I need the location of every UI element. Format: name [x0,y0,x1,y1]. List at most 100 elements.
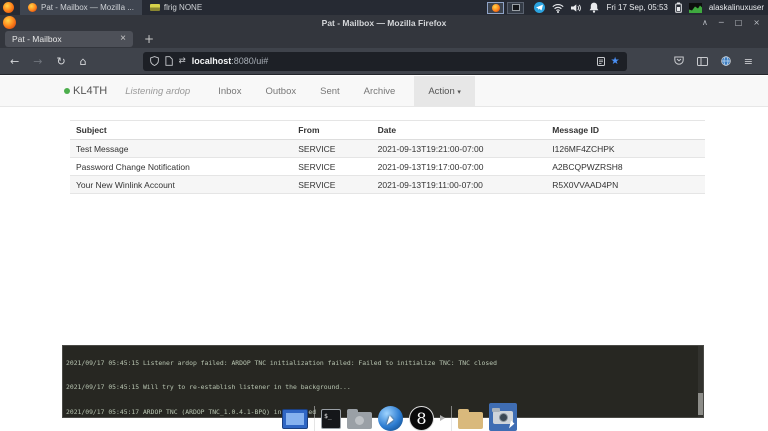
pocket-icon[interactable] [674,56,684,66]
monitor-screen [286,413,304,425]
home-icon[interactable]: ⌂ [80,55,87,68]
tab-bar: Pat - Mailbox × + [0,30,768,48]
tab-pat-mailbox[interactable]: Pat - Mailbox × [5,31,133,47]
tab-close-icon[interactable]: × [120,34,126,44]
extension-globe-icon[interactable] [721,56,731,66]
callsign-label: KL4TH [73,85,107,97]
eight-ball-app-icon[interactable]: 8 [409,406,434,431]
cell-message-id: I126MF4ZCHPK [546,140,705,158]
firefox-icon [28,3,37,12]
cell-date: 2021-09-13T19:17:00-07:00 [372,158,547,176]
url-host: localhost [192,56,232,66]
dock-separator [314,406,315,431]
terminal-scrollbar[interactable] [698,346,703,417]
telegram-icon[interactable] [534,2,545,13]
navigation-toolbar: ← → ↻ ⌂ ⇄ localhost:8080/ui# [0,48,768,75]
nav-outbox[interactable]: Outbox [253,86,308,97]
new-tab-button[interactable]: + [144,32,154,46]
screenshot-tool-icon-selected[interactable] [489,403,517,431]
notifications-bell-icon[interactable] [589,2,599,13]
terminal-icon [512,4,520,11]
terminal-line: 2021/09/17 05:45:15 Will try to re-estab… [66,383,703,391]
action-dropdown-button[interactable]: Action ▾ [414,76,475,107]
minimize-button[interactable]: ─ [719,18,724,27]
bookmark-star-icon[interactable]: ★ [611,56,620,67]
cell-from: SERVICE [292,176,371,194]
url-path: :8080/ui# [231,56,268,66]
pat-navbar: KL4TH Listening ardop Inbox Outbox Sent … [0,76,768,107]
cell-from: SERVICE [292,158,371,176]
dock-separator [451,406,452,431]
reload-icon[interactable]: ↻ [56,55,65,68]
taskbar-window-flrig[interactable]: flrig NONE [142,0,210,15]
toolbar-right-icons: ≡ [674,55,753,68]
sidebars-icon[interactable] [697,57,708,66]
dock: $_ 8 [282,400,517,431]
cell-date: 2021-09-13T19:11:00-07:00 [372,176,547,194]
applications-menu-icon[interactable] [3,2,14,13]
terminal-scrollbar-thumb[interactable] [698,393,703,415]
file-manager-icon[interactable] [347,412,372,429]
cell-subject: Test Message [70,140,292,158]
action-label: Action [428,86,454,97]
table-row[interactable]: Your New Winlink Account SERVICE 2021-09… [70,176,705,194]
forward-icon[interactable]: → [33,55,42,68]
camera-lens [499,413,508,422]
firefox-icon [492,4,500,12]
shade-window-button[interactable]: ∧ [702,18,708,27]
reader-mode-icon[interactable] [597,57,605,66]
tracking-shield-icon[interactable] [150,56,159,66]
nav-sent[interactable]: Sent [308,86,352,97]
nav-inbox[interactable]: Inbox [206,86,253,97]
col-subject: Subject [70,121,292,140]
url-bar[interactable]: ⇄ localhost:8080/ui# ★ [143,52,627,71]
clock[interactable]: Fri 17 Sep, 05:53 [606,3,667,12]
back-icon[interactable]: ← [10,55,19,68]
table-row[interactable]: Test Message SERVICE 2021-09-13T19:21:00… [70,140,705,158]
switch-protocol-icon[interactable]: ⇄ [179,56,186,66]
firefox-logo-icon [3,16,16,29]
workspace-2-terminal[interactable] [507,2,524,14]
table-row[interactable]: Password Change Notification SERVICE 202… [70,158,705,176]
terminal-app-icon[interactable]: $_ [321,409,341,429]
col-message-id: Message ID [546,121,705,140]
hamburger-menu-icon[interactable]: ≡ [744,55,753,68]
wifi-icon[interactable] [552,3,564,13]
cpu-graph-icon[interactable] [689,3,702,13]
taskbar: Pat - Mailbox — Mozilla ... flrig NONE [0,0,768,15]
chevron-right-icon [440,415,445,421]
web-browser-globe-icon[interactable] [378,406,403,431]
cell-message-id: R5X0VVAAD4PN [546,176,705,194]
status-dot-icon [64,88,70,94]
nav-archive[interactable]: Archive [352,86,408,97]
cell-subject: Password Change Notification [70,158,292,176]
display-settings-icon[interactable] [282,409,308,429]
col-from: From [292,121,371,140]
maximize-button[interactable]: □ [735,18,743,27]
username-label: alaskalinuxuser [709,3,764,12]
workspace-1-firefox[interactable] [487,2,504,14]
page-info-icon[interactable] [165,56,173,66]
terminal-line: 2021/09/17 05:45:15 Listener ardop faile… [66,359,703,367]
cursor-arrow-icon [387,415,395,426]
system-tray: Fri 17 Sep, 05:53 alaskalinuxuser [534,2,764,13]
cell-message-id: A2BCQPWZRSH8 [546,158,705,176]
battery-icon[interactable] [675,2,682,13]
folder-icon[interactable] [458,412,483,429]
volume-icon[interactable] [571,3,582,13]
tab-title: Pat - Mailbox [12,34,116,44]
folder-emblem [355,416,364,425]
callsign-brand[interactable]: KL4TH [64,85,107,97]
taskbar-window-flrig-label: flrig NONE [164,3,202,12]
firefox-titlebar: Pat - Mailbox — Mozilla Firefox [0,15,768,30]
taskbar-window-pat[interactable]: Pat - Mailbox — Mozilla ... [20,0,142,15]
window-title: Pat - Mailbox — Mozilla Firefox [322,18,447,28]
flrig-icon [150,4,160,11]
taskbar-window-pat-label: Pat - Mailbox — Mozilla ... [41,3,134,12]
inbox-table: Subject From Date Message ID Test Messag… [70,120,705,194]
cell-from: SERVICE [292,140,371,158]
url-text[interactable]: localhost:8080/ui# [192,56,269,66]
cell-subject: Your New Winlink Account [70,176,292,194]
listening-status: Listening ardop [125,86,190,97]
close-button[interactable]: × [753,18,760,27]
